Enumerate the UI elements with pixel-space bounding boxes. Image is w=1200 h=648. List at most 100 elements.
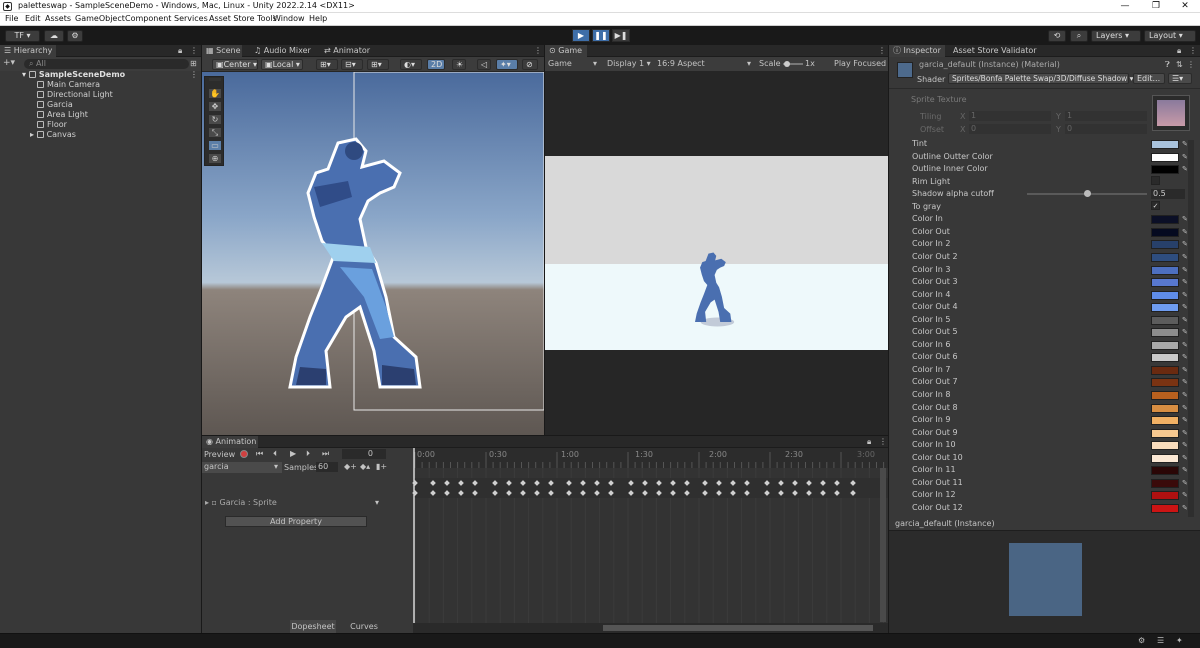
event-icon[interactable]: ▮+	[376, 462, 387, 471]
lighting-icon[interactable]: ☀	[452, 59, 466, 70]
cloud-icon[interactable]: ☁	[44, 30, 64, 42]
menu-gameobject[interactable]: GameObject	[75, 14, 125, 23]
space-dropdown[interactable]: ▣Local ▾	[261, 59, 303, 70]
color-swatch[interactable]	[1151, 290, 1179, 300]
palette-handle[interactable]	[208, 77, 222, 82]
aspect-dropdown[interactable]: 16:9 Aspect ▾	[657, 59, 753, 68]
close-button[interactable]: ✕	[1170, 0, 1200, 13]
scene-viewport[interactable]	[202, 72, 544, 435]
menu-assets[interactable]: Assets	[45, 14, 71, 23]
account-dropdown[interactable]: TF ▾	[5, 30, 40, 42]
minimize-button[interactable]: —	[1110, 0, 1140, 13]
color-swatch[interactable]	[1151, 441, 1179, 451]
tab-game[interactable]: ⊙ Game	[545, 45, 587, 57]
shader-edit-button[interactable]: Edit...	[1133, 73, 1165, 84]
rect-tool-icon[interactable]: ▭	[208, 140, 222, 151]
color-swatch[interactable]	[1151, 416, 1179, 426]
tab-inspector[interactable]: ⓘ Inspector	[889, 45, 945, 57]
display-mode-dropdown[interactable]: Game ▾	[548, 59, 603, 68]
step-button[interactable]: ▶❚	[612, 29, 630, 42]
shader-menu-icon[interactable]: ☰▾	[1168, 73, 1192, 84]
color-swatch[interactable]	[1151, 403, 1179, 413]
more-icon[interactable]: ⋮	[1189, 46, 1197, 55]
sprite-texture-slot[interactable]	[1152, 95, 1190, 131]
color-swatch[interactable]	[1151, 303, 1179, 313]
color-swatch[interactable]	[1151, 365, 1179, 375]
settings-icon[interactable]: ⇅	[1176, 60, 1183, 69]
rotate-tool-icon[interactable]: ↻	[208, 114, 222, 125]
preview-toggle[interactable]: Preview	[204, 450, 235, 459]
more-icon[interactable]: ⋮	[190, 46, 198, 55]
add-keyframe-icon[interactable]: ◆+	[344, 462, 357, 471]
scene-more-icon[interactable]: ⋮	[190, 70, 198, 80]
layout-dropdown[interactable]: Layout ▾	[1144, 30, 1196, 42]
tab-scene[interactable]: ▦ Scene	[202, 45, 242, 57]
lock-icon[interactable]: 🔒︎	[178, 46, 182, 56]
color-swatch[interactable]	[1151, 466, 1179, 476]
collab-gear-icon[interactable]: ⚙	[67, 30, 83, 42]
play-icon[interactable]: ▶	[290, 449, 296, 458]
prev-key-icon[interactable]: ⏴	[273, 449, 277, 459]
history-icon[interactable]: ⟲	[1048, 30, 1066, 42]
last-key-icon[interactable]: ⏭	[322, 449, 329, 459]
color-swatch[interactable]	[1151, 315, 1179, 325]
more-icon[interactable]: ⋮	[879, 437, 887, 446]
menu-asset-store-tools[interactable]: Asset Store Tools	[209, 14, 277, 23]
color-swatch[interactable]	[1151, 353, 1179, 363]
color-swatch[interactable]	[1151, 265, 1179, 275]
tab-asset-store-validator[interactable]: Asset Store Validator	[949, 45, 1041, 57]
add-property-button[interactable]: Add Property	[225, 516, 367, 527]
offset-y-field[interactable]: 0	[1065, 124, 1147, 134]
shadow-cutoff-slider-thumb[interactable]	[1084, 190, 1091, 197]
color-swatch[interactable]	[1151, 340, 1179, 350]
hierarchy-item-directional-light[interactable]: Directional Light	[37, 90, 113, 100]
color-swatch[interactable]	[1151, 215, 1179, 225]
clip-dropdown[interactable]: garcia ▾	[202, 462, 282, 473]
property-menu-icon[interactable]: ▾	[375, 498, 379, 507]
grid-snap-icon[interactable]: ⊞▾	[316, 59, 338, 70]
effects-icon[interactable]: ✦▾	[496, 59, 518, 70]
vertical-scrollbar[interactable]	[880, 468, 886, 622]
hierarchy-item-main-camera[interactable]: Main Camera	[37, 80, 100, 90]
inspector-scrollbar[interactable]	[1188, 140, 1194, 518]
first-key-icon[interactable]: ⏮	[256, 449, 263, 459]
color-swatch[interactable]	[1151, 240, 1179, 250]
color-swatch[interactable]	[1151, 503, 1179, 513]
color-swatch[interactable]	[1151, 391, 1179, 400]
add-icon[interactable]: +▾	[3, 58, 15, 68]
tab-audio-mixer[interactable]: ♫ Audio Mixer	[250, 45, 315, 57]
play-button[interactable]: ▶	[572, 29, 590, 42]
record-icon[interactable]	[240, 450, 248, 458]
color-swatch[interactable]	[1151, 140, 1179, 149]
rim-light-checkbox[interactable]	[1151, 176, 1160, 185]
layers-dropdown[interactable]: Layers ▾	[1091, 30, 1141, 42]
hierarchy-item-area-light[interactable]: Area Light	[37, 110, 88, 120]
hand-tool-icon[interactable]: ✋	[208, 88, 222, 99]
tiling-y-field[interactable]: 1	[1065, 111, 1147, 121]
pause-button[interactable]: ❚❚	[592, 29, 610, 42]
game-more-icon[interactable]: ⋮	[878, 46, 886, 55]
menu-file[interactable]: File	[5, 14, 18, 23]
pivot-dropdown[interactable]: ▣Center ▾	[212, 59, 258, 70]
frame-field[interactable]: 0	[342, 449, 386, 459]
help-icon[interactable]: ❓︎	[1165, 60, 1170, 70]
restore-button[interactable]: ❐	[1141, 0, 1171, 13]
color-swatch[interactable]	[1151, 227, 1179, 237]
hierarchy-item-garcia[interactable]: Garcia	[37, 100, 73, 110]
lock-icon[interactable]: 🔒︎	[1177, 46, 1181, 56]
offset-x-field[interactable]: 0	[969, 124, 1051, 134]
scale-slider-thumb[interactable]	[784, 61, 790, 67]
tab-animator[interactable]: ⇄ Animator	[320, 45, 374, 57]
next-key-icon[interactable]: ⏵	[306, 449, 310, 459]
hierarchy-item-floor[interactable]: Floor	[37, 120, 67, 130]
debug-icon[interactable]: ⚙	[1138, 636, 1145, 645]
curves-tab[interactable]: Curves	[342, 620, 386, 633]
color-swatch[interactable]	[1151, 478, 1179, 488]
scene-more-icon[interactable]: ⋮	[534, 46, 542, 55]
shader-dropdown[interactable]: Sprites/Bonfa Palette Swap/3D/Diffuse Sh…	[948, 73, 1133, 84]
progress-icon[interactable]: ✦	[1176, 636, 1183, 645]
component-menu-icon[interactable]: ⋮	[1187, 60, 1195, 69]
samples-field[interactable]: 60	[316, 462, 338, 472]
play-focused-dropdown[interactable]: Play Focused	[834, 59, 886, 68]
scene-visibility-icon[interactable]: ⊞	[190, 59, 197, 68]
